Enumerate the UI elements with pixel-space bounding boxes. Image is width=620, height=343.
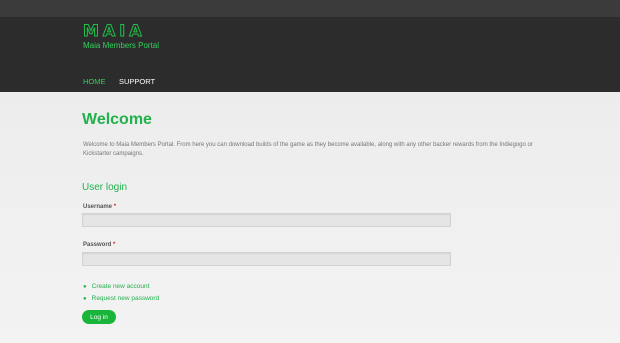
password-field[interactable] <box>82 252 451 266</box>
login-button[interactable]: Log in <box>82 310 116 324</box>
page-title: Welcome <box>82 111 152 128</box>
site-slogan: Maia Members Portal <box>83 41 160 50</box>
top-bar <box>0 0 620 17</box>
password-label: Password * <box>83 242 115 248</box>
login-links: ● Create new account ● Request new passwor… <box>83 281 159 305</box>
login-heading: User login <box>82 182 128 193</box>
request-password-link[interactable]: Request new password <box>92 295 160 302</box>
create-account-link[interactable]: Create new account <box>92 283 150 290</box>
intro-text: Welcome to Maia Members Portal. From her… <box>83 142 533 157</box>
username-field[interactable] <box>82 213 451 227</box>
username-label-text: Username <box>83 204 113 210</box>
password-label-text: Password <box>83 242 112 248</box>
required-marker: * <box>113 204 117 210</box>
required-marker: * <box>113 242 116 248</box>
site-header: MAIA Maia Members Portal HOME SUPPORT <box>0 17 620 92</box>
bullet-icon: ● <box>83 284 87 290</box>
site-title[interactable]: MAIA <box>83 21 146 41</box>
username-label: Username * <box>83 204 116 210</box>
list-item: ● Request new password <box>83 293 159 305</box>
nav-item-home[interactable]: HOME <box>83 77 106 86</box>
nav-item-support[interactable]: SUPPORT <box>119 77 155 86</box>
list-item: ● Create new account <box>83 281 159 293</box>
bullet-icon: ● <box>83 296 87 302</box>
